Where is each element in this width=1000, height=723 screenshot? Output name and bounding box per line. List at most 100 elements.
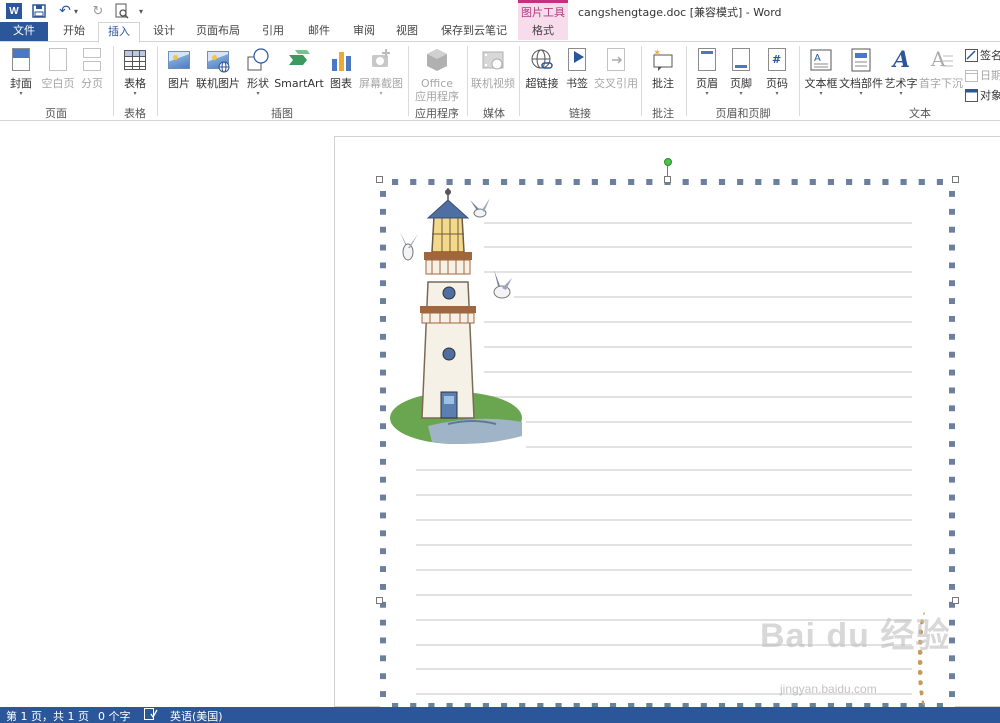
document-title: cangshengtage.doc [兼容模式] - Word [578, 6, 782, 19]
word-count-status[interactable]: 0 个字 [98, 708, 131, 723]
group-label-illustrations: 插图 [271, 107, 293, 120]
wordart-icon: A [893, 47, 911, 73]
proofing-icon[interactable] [144, 708, 158, 723]
picture-button[interactable]: 图片 [164, 44, 194, 104]
undo-dropdown-icon[interactable]: ▾ [72, 2, 80, 20]
smartart-icon [287, 47, 311, 73]
svg-text:✶: ✶ [653, 48, 661, 59]
writing-line [526, 446, 912, 448]
svg-text:A: A [814, 53, 821, 64]
online-video-button[interactable]: 联机视频 [471, 44, 515, 104]
date-time-icon [965, 69, 978, 82]
writing-line [526, 421, 912, 423]
baidu-watermark-url: jingyan.baidu.com [780, 682, 877, 696]
word-app-icon[interactable]: W [6, 3, 22, 19]
page-number-button[interactable]: # 页码 ▾ [764, 44, 790, 104]
shapes-button[interactable]: 形状 ▾ [244, 44, 272, 104]
writing-line [416, 544, 912, 546]
quick-parts-icon [849, 47, 873, 73]
tab-mailings[interactable]: 邮件 [300, 22, 338, 42]
save-icon[interactable] [32, 2, 46, 20]
new-comment-icon: ✶ [651, 47, 675, 73]
wordart-button[interactable]: A 艺术字 ▾ [884, 44, 918, 104]
online-picture-button[interactable]: 联机图片 [196, 44, 240, 104]
footer-icon [729, 47, 753, 73]
chart-button[interactable]: 图表 [326, 44, 356, 104]
resize-handle-left[interactable] [376, 597, 383, 604]
redo-icon[interactable]: ↻ [92, 2, 104, 20]
rotate-handle[interactable] [664, 158, 672, 166]
comment-button[interactable]: ✶ 批注 [648, 44, 678, 104]
bookmark-icon [565, 47, 589, 73]
writing-line [416, 469, 912, 471]
tab-references[interactable]: 引用 [254, 22, 292, 42]
hyperlink-icon [530, 47, 554, 73]
undo-icon[interactable]: ↶ [58, 2, 72, 20]
smartart-button[interactable]: SmartArt [274, 44, 324, 104]
writing-line [416, 494, 912, 496]
quick-parts-button[interactable]: 文档部件 ▾ [839, 44, 883, 104]
ribbon-tabs: 文件 开始 插入 设计 页面布局 引用 邮件 审阅 视图 保存到云笔记 格式 [0, 22, 1000, 43]
tab-file[interactable]: 文件 [0, 22, 48, 42]
print-preview-icon[interactable] [114, 2, 130, 20]
group-label-links: 链接 [569, 107, 591, 120]
group-label-text: 文本 [909, 107, 931, 120]
writing-line [484, 321, 912, 323]
table-button[interactable]: 表格 ▾ [120, 44, 150, 104]
object-button[interactable]: 对象 [965, 87, 1000, 103]
ribbon-insert: 封面 ▾ 空白页 分页 页面 表格 ▾ 表格 图片 联机图片 形状 ▾ SmartAr… [0, 41, 1000, 121]
writing-line [416, 569, 912, 571]
bookmark-button[interactable]: 书签 [564, 44, 590, 104]
writing-line [416, 519, 912, 521]
page-break-button[interactable]: 分页 [78, 44, 106, 104]
writing-line [514, 296, 912, 298]
resize-handle-top-left[interactable] [376, 176, 383, 183]
chart-icon [329, 47, 353, 73]
shapes-icon [246, 47, 270, 73]
group-label-apps: 应用程序 [415, 107, 459, 120]
tab-home[interactable]: 开始 [54, 22, 94, 42]
page-break-icon [80, 47, 104, 73]
tab-format[interactable]: 格式 [518, 22, 568, 42]
drop-cap-button[interactable]: A 首字下沉 [919, 44, 963, 104]
picture-icon [167, 47, 191, 73]
text-box-button[interactable]: A 文本框 ▾ [804, 44, 838, 104]
footer-button[interactable]: 页脚 ▾ [728, 44, 754, 104]
writing-line [484, 246, 912, 248]
writing-line [484, 222, 912, 224]
office-apps-button[interactable]: Office 应用程序 [412, 44, 462, 104]
tab-insert[interactable]: 插入 [98, 22, 140, 43]
cross-reference-button[interactable]: 交叉引用 [594, 44, 638, 104]
seagull-icon [493, 270, 512, 299]
writing-line [484, 396, 912, 398]
tab-save-to-cloud-notes[interactable]: 保存到云笔记 [436, 22, 512, 42]
tab-design[interactable]: 设计 [144, 22, 184, 42]
writing-line [416, 594, 912, 596]
customize-quick-access-icon[interactable]: ▾ [136, 2, 146, 20]
blank-page-button[interactable]: 空白页 [40, 44, 76, 104]
group-label-pages: 页面 [45, 107, 67, 120]
resize-handle-top[interactable] [664, 176, 671, 183]
cover-page-button[interactable]: 封面 ▾ [6, 44, 36, 104]
baidu-watermark: Bai du 经验 [760, 617, 951, 655]
screenshot-button[interactable]: 屏幕截图 ▾ [358, 44, 404, 104]
writing-line [416, 668, 912, 670]
table-icon [123, 47, 147, 73]
online-video-icon [481, 47, 505, 73]
hyperlink-button[interactable]: 超链接 [524, 44, 560, 104]
header-button[interactable]: 页眉 ▾ [694, 44, 720, 104]
resize-handle-top-right[interactable] [952, 176, 959, 183]
signature-line-button[interactable]: 签名 [965, 47, 1000, 63]
header-icon [695, 47, 719, 73]
date-time-button[interactable]: 日期 [965, 67, 1000, 83]
tab-page-layout[interactable]: 页面布局 [190, 22, 246, 42]
page-count-status[interactable]: 第 1 页，共 1 页 [6, 708, 89, 723]
group-label-tables: 表格 [124, 107, 146, 120]
tab-review[interactable]: 审阅 [345, 22, 383, 42]
lighthouse-illustration [390, 188, 522, 444]
blank-page-icon [46, 47, 70, 73]
tab-view[interactable]: 视图 [388, 22, 426, 42]
seagull-icon [470, 198, 490, 218]
resize-handle-right[interactable] [952, 597, 959, 604]
language-status[interactable]: 英语(美国) [170, 708, 223, 723]
